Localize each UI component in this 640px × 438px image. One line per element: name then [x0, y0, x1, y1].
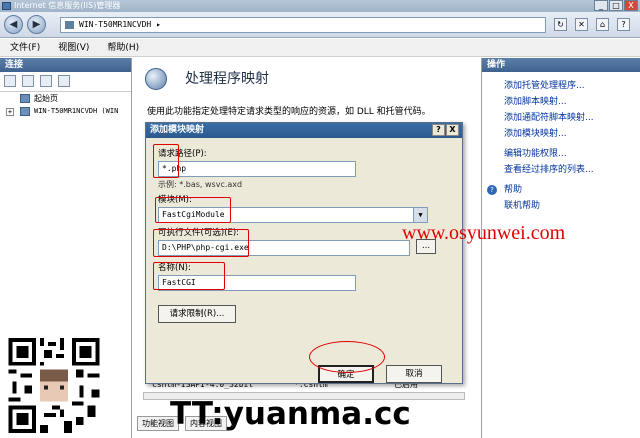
menu-file[interactable]: 文件(F): [10, 39, 40, 56]
start-page-icon: [20, 94, 30, 103]
tree-item-label: WIN-T50MR1NCVDH (WIN: [34, 107, 119, 115]
arrow-left-icon: ◀: [9, 19, 18, 30]
home-icon[interactable]: ⌂: [596, 18, 609, 31]
page-title: 处理程序映射: [185, 71, 269, 87]
action-add-wildcard-script-map[interactable]: 添加通配符脚本映射...: [482, 110, 640, 126]
connections-toolbar: [0, 72, 131, 92]
action-online-help[interactable]: 联机帮助: [482, 198, 640, 214]
help-icon[interactable]: ?: [617, 18, 630, 31]
tt-watermark: TT:yuanma.cc: [170, 396, 411, 432]
arrow-right-icon: ▶: [32, 19, 41, 30]
action-edit-feature-permissions[interactable]: 编辑功能权限...: [482, 146, 640, 162]
request-path-input[interactable]: *.php: [158, 161, 356, 177]
nav-tools: ↻ ✕ ⌂ ?: [554, 18, 630, 31]
dialog-controls: ? X: [432, 124, 459, 136]
address-path: WIN-T50MR1NCVDH ▸: [79, 20, 161, 29]
module-label: 模块(M):: [158, 195, 192, 205]
tree-item-server[interactable]: + WIN-T50MR1NCVDH (WIN: [0, 105, 131, 118]
dialog-title-bar: 添加模块映射 ? X: [146, 123, 462, 138]
chevron-down-icon[interactable]: ▼: [413, 208, 427, 222]
action-view-ordered-list[interactable]: 查看经过排序的列表...: [482, 162, 640, 178]
menu-view[interactable]: 视图(V): [58, 39, 89, 56]
window-title-bar: Internet 信息服务(IIS)管理器 _ □ X: [0, 0, 640, 12]
action-help-label: 帮助: [504, 185, 523, 195]
menu-bar: 文件(F) 视图(V) 帮助(H): [0, 39, 640, 57]
handler-mappings-icon: [145, 68, 167, 90]
dialog-close-button[interactable]: X: [446, 124, 459, 136]
window-title: Internet 信息服务(IIS)管理器: [14, 1, 121, 10]
address-bar[interactable]: WIN-T50MR1NCVDH ▸: [60, 17, 546, 33]
action-add-script-map[interactable]: 添加脚本映射...: [482, 94, 640, 110]
refresh-icon[interactable]: ↻: [554, 18, 567, 31]
action-add-module-mapping[interactable]: 添加模块映射...: [482, 126, 640, 142]
request-path-example: 示例: *.bas, wsvc.axd: [158, 180, 243, 189]
save-icon[interactable]: [22, 75, 34, 87]
cancel-button[interactable]: 取消: [386, 365, 442, 383]
forward-button[interactable]: ▶: [27, 15, 46, 34]
help-icon: ?: [487, 185, 497, 195]
request-restrictions-button[interactable]: 请求限制(R)...: [158, 305, 236, 323]
menu-help[interactable]: 帮助(H): [107, 39, 139, 56]
dialog-title: 添加模块映射: [150, 125, 205, 135]
expand-icon[interactable]: +: [6, 108, 14, 116]
action-add-managed-handler[interactable]: 添加托管处理程序...: [482, 78, 640, 94]
up-icon[interactable]: [40, 75, 52, 87]
request-path-label: 请求路径(P):: [158, 149, 207, 159]
connect-icon[interactable]: [4, 75, 16, 87]
disconnect-icon[interactable]: [58, 75, 70, 87]
site-watermark: www.osyunwei.com: [402, 222, 566, 244]
back-button[interactable]: ◀: [4, 15, 23, 34]
module-select[interactable]: FastCgiModule ▼: [158, 207, 428, 223]
minimize-button[interactable]: _: [594, 0, 608, 11]
server-icon: [65, 21, 74, 29]
ok-button[interactable]: 确定: [318, 365, 374, 383]
close-button[interactable]: X: [624, 0, 638, 11]
connections-header: 连接: [0, 58, 131, 72]
stop-icon[interactable]: ✕: [575, 18, 588, 31]
module-select-value: FastCgiModule: [162, 210, 225, 219]
dialog-help-button[interactable]: ?: [432, 124, 445, 136]
qr-code-image: [8, 338, 100, 433]
executable-input[interactable]: D:\PHP\php-cgi.exe: [158, 240, 410, 256]
navigation-bar: ◀ ▶ WIN-T50MR1NCVDH ▸ ↻ ✕ ⌂ ?: [0, 12, 640, 38]
maximize-button[interactable]: □: [609, 0, 623, 11]
page-description: 使用此功能指定处理特定请求类型的响应的资源，如 DLL 和托管代码。: [147, 107, 431, 117]
tree-item-label: 起始页: [34, 94, 58, 103]
name-label: 名称(N):: [158, 263, 191, 273]
actions-panel: 操作 添加托管处理程序... 添加脚本映射... 添加通配符脚本映射... 添加…: [481, 58, 640, 438]
server-icon: [20, 107, 30, 116]
window-controls: _ □ X: [594, 0, 638, 11]
actions-header: 操作: [482, 58, 640, 72]
tree-item-start-page[interactable]: 起始页: [0, 92, 131, 105]
iis-app-icon: [2, 2, 11, 10]
action-help[interactable]: ? 帮助: [482, 182, 640, 198]
name-input[interactable]: FastCGI: [158, 275, 356, 291]
add-module-mapping-dialog: 添加模块映射 ? X 请求路径(P): *.php 示例: *.bas, wsv…: [145, 122, 463, 384]
